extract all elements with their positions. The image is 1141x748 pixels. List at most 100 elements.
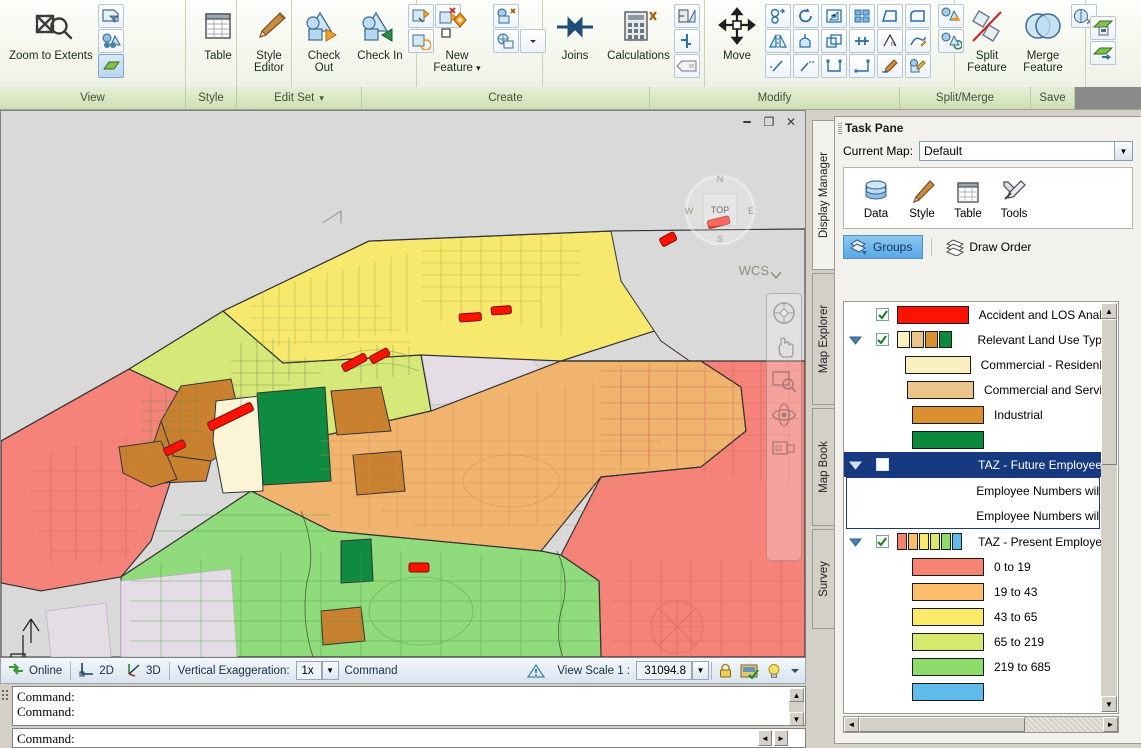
- scroll-up-icon[interactable]: ▲: [1101, 303, 1117, 319]
- mode-3d-button[interactable]: 3D: [120, 659, 167, 683]
- scroll-right-icon[interactable]: ►: [1103, 717, 1118, 732]
- legend-layer-row-selected[interactable]: TAZ - Future Employee: [844, 452, 1102, 477]
- legend-child-row[interactable]: [844, 427, 1102, 452]
- showmotion-icon[interactable]: [769, 434, 799, 464]
- legend-hscroll-thumb[interactable]: [859, 717, 1025, 732]
- extend-icon[interactable]: [793, 54, 819, 78]
- pan-icon[interactable]: [769, 332, 799, 362]
- style-button[interactable]: Style: [900, 177, 944, 220]
- scroll-left-icon[interactable]: ◄: [758, 730, 772, 746]
- expander-icon[interactable]: [844, 537, 868, 547]
- zoom-window-icon[interactable]: [769, 366, 799, 396]
- panel-label-edit-set[interactable]: Edit Set ▾: [237, 87, 362, 109]
- legend-child-row[interactable]: Commercial and Servi: [844, 377, 1102, 402]
- merge-feature-button[interactable]: Merge Feature: [1015, 2, 1071, 74]
- legend-scroll-thumb[interactable]: [1101, 319, 1117, 465]
- split-line-icon[interactable]: [674, 29, 700, 53]
- create-point-icon[interactable]: [493, 4, 519, 28]
- navigation-bar[interactable]: [766, 293, 802, 561]
- legend-layer-row[interactable]: Accident and LOS Anal: [844, 302, 1102, 327]
- chevron-down-icon[interactable]: ▼: [1114, 142, 1132, 160]
- tab-display-manager[interactable]: Display Manager: [812, 120, 834, 270]
- task-pane-grip[interactable]: [838, 122, 842, 134]
- layer-visibility-checkbox[interactable]: [868, 333, 897, 346]
- create-web-icon[interactable]: [493, 29, 519, 53]
- array-icon[interactable]: [849, 4, 875, 28]
- close-icon[interactable]: ✕: [783, 115, 799, 129]
- smooth-icon[interactable]: [905, 4, 931, 28]
- expander-icon[interactable]: [844, 335, 868, 345]
- warning-icon[interactable]: [521, 659, 551, 683]
- calc-surface-icon[interactable]: [674, 4, 700, 28]
- legend-child-row[interactable]: Industrial: [844, 402, 1102, 427]
- check-out-button[interactable]: Check Out: [296, 2, 352, 74]
- tab-map-book[interactable]: Map Book: [812, 408, 834, 526]
- polygon-edit-icon[interactable]: [877, 4, 903, 28]
- style-editor-button[interactable]: Style Editor: [241, 2, 297, 74]
- command-history[interactable]: Command: Command: ▲ ▼: [12, 686, 806, 726]
- legend-layer-row[interactable]: TAZ - Present Employe: [844, 529, 1102, 554]
- join-nodes-icon[interactable]: [849, 29, 875, 53]
- tools-button[interactable]: Tools: [992, 177, 1036, 220]
- layer-visibility-checkbox[interactable]: [868, 535, 898, 548]
- rotate-copy-icon[interactable]: [765, 4, 791, 28]
- layer-legend-tree[interactable]: Accident and LOS Anal Relevant Land Use …: [843, 301, 1119, 714]
- data-button[interactable]: Data: [854, 177, 898, 220]
- scroll-down-icon[interactable]: ▼: [1101, 696, 1117, 712]
- trim-icon[interactable]: [765, 54, 791, 78]
- legend-child-row[interactable]: 0 to 19: [844, 554, 1102, 579]
- legend-layer-row[interactable]: Relevant Land Use Typ: [844, 327, 1102, 352]
- legend-child-row[interactable]: 43 to 65: [844, 604, 1102, 629]
- ucs-dropdown-icon[interactable]: [769, 269, 783, 283]
- scroll-left-icon[interactable]: ◄: [844, 717, 859, 732]
- boundary-open-icon[interactable]: [821, 54, 847, 78]
- legend-child-row[interactable]: 65 to 219: [844, 629, 1102, 654]
- feature-edit-icon[interactable]: [905, 54, 931, 78]
- chevron-down-icon[interactable]: ▾: [319, 93, 324, 104]
- map-drawing-area[interactable]: ━ ❐ ✕ TOP N S E W WCS: [0, 110, 806, 658]
- minimize-icon[interactable]: ━: [739, 115, 755, 129]
- draw-edit-icon[interactable]: [877, 54, 903, 78]
- steering-wheel-icon[interactable]: [769, 298, 799, 328]
- mirror-icon[interactable]: [765, 29, 791, 53]
- command-input-scrollbar[interactable]: ◄ ►: [758, 730, 804, 746]
- legend-hscroll-track[interactable]: [1025, 717, 1103, 732]
- new-feature-dropdown-arrow[interactable]: ▾: [476, 63, 481, 73]
- calculations-button[interactable]: Calculations: [603, 2, 674, 62]
- move-button[interactable]: Move: [709, 2, 765, 62]
- tab-draw-order[interactable]: Draw Order: [940, 235, 1041, 259]
- check-in-button[interactable]: Check In: [352, 2, 408, 62]
- tab-map-explorer[interactable]: Map Explorer: [812, 273, 834, 405]
- layer-visibility-checkbox[interactable]: [868, 308, 898, 321]
- command-history-scrollbar[interactable]: ▲ ▼: [789, 688, 804, 725]
- vertical-exaggeration-value[interactable]: 1x: [295, 661, 322, 680]
- expander-icon[interactable]: [844, 460, 868, 470]
- current-map-select[interactable]: Default ▼: [919, 141, 1133, 161]
- scroll-right-icon[interactable]: ►: [774, 730, 788, 746]
- save-layer-icon[interactable]: [1090, 16, 1116, 40]
- bulb-icon[interactable]: [763, 659, 785, 683]
- command-line-grip[interactable]: [0, 686, 11, 748]
- view-scale-value[interactable]: 31094.8: [636, 661, 692, 680]
- legend-child-row[interactable]: 19 to 43: [844, 579, 1102, 604]
- tab-groups[interactable]: Groups: [843, 235, 924, 259]
- image-ok-icon[interactable]: [737, 659, 763, 683]
- zoom-to-extents-button[interactable]: Zoom to Extents: [4, 2, 98, 62]
- maximize-icon[interactable]: ❐: [761, 115, 777, 129]
- command-input[interactable]: Command: ◄ ►: [12, 728, 806, 748]
- save-export-icon[interactable]: [1090, 41, 1116, 65]
- lock-icon[interactable]: [714, 659, 737, 683]
- legend-horizontal-scrollbar[interactable]: ◄ ►: [843, 716, 1119, 733]
- scroll-up-icon[interactable]: ▲: [789, 688, 804, 702]
- extrude-icon[interactable]: [793, 29, 819, 53]
- new-feature-button[interactable]: New Feature ▾: [421, 2, 493, 74]
- split-feature-button[interactable]: Split Feature: [959, 2, 1015, 74]
- legend-vertical-scrollbar[interactable]: ▲ ▼: [1101, 303, 1117, 712]
- table-button[interactable]: Table: [946, 177, 990, 220]
- mode-2d-button[interactable]: 2D: [73, 659, 120, 683]
- scroll-down-icon[interactable]: ▼: [789, 712, 804, 725]
- joins-button[interactable]: Joins: [547, 2, 603, 62]
- legend-child-row[interactable]: Employee Numbers wil: [846, 477, 1100, 503]
- legend-child-row[interactable]: [844, 679, 1102, 704]
- online-status[interactable]: Online: [1, 659, 68, 683]
